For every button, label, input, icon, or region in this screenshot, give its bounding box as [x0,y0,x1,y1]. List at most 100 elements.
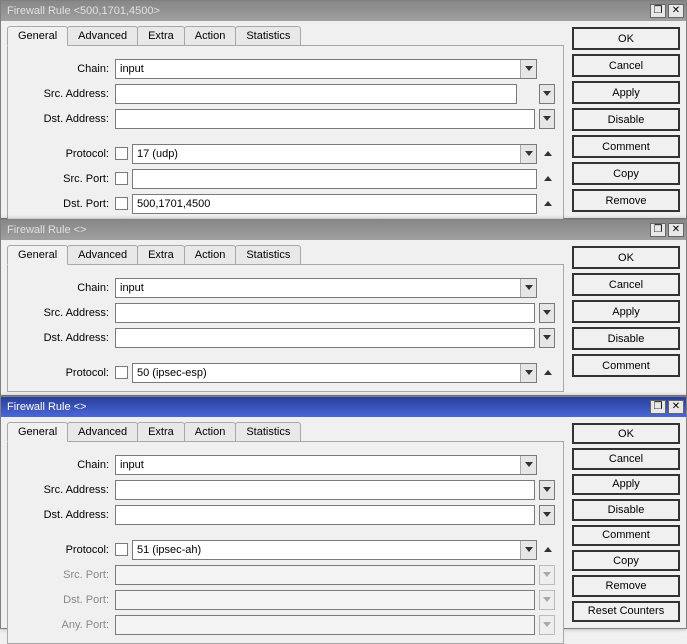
dst-address-field[interactable] [116,110,534,128]
ok-button[interactable]: OK [572,27,680,50]
remove-button[interactable]: Remove [572,575,680,596]
src-address-input[interactable] [115,480,535,500]
cancel-button[interactable]: Cancel [572,273,680,296]
close-icon[interactable]: ✕ [668,223,684,237]
dst-address-toggle[interactable] [539,109,555,129]
protocol-input[interactable] [132,540,537,560]
tab-general[interactable]: General [7,26,68,46]
apply-button[interactable]: Apply [572,300,680,323]
tab-action[interactable]: Action [184,26,237,46]
tab-general[interactable]: General [7,422,68,442]
chain-field[interactable] [116,456,520,474]
comment-button[interactable]: Comment [572,135,680,158]
remove-button[interactable]: Remove [572,189,680,212]
chain-input[interactable] [115,278,537,298]
titlebar[interactable]: Firewall Rule <500,1701,4500> ❐ ✕ [1,1,686,21]
cancel-button[interactable]: Cancel [572,448,680,469]
dst-port-invert-checkbox[interactable] [115,197,128,210]
protocol-field[interactable] [133,145,520,163]
dst-port-field[interactable] [133,195,536,213]
collapse-button[interactable] [541,547,555,552]
ok-button[interactable]: OK [572,246,680,269]
apply-button[interactable]: Apply [572,474,680,495]
tab-statistics[interactable]: Statistics [235,422,301,442]
chain-dropdown-button[interactable] [520,60,536,78]
tab-action[interactable]: Action [184,245,237,265]
comment-button[interactable]: Comment [572,354,680,377]
src-port-input [115,565,535,585]
collapse-button[interactable] [541,151,555,156]
src-address-field[interactable] [116,304,534,322]
dst-address-input[interactable] [115,109,535,129]
protocol-dropdown-button[interactable] [520,364,536,382]
src-address-field[interactable] [116,481,534,499]
src-address-label: Src. Address: [16,307,111,319]
dst-address-toggle[interactable] [539,505,555,525]
protocol-input[interactable] [132,144,537,164]
tab-extra[interactable]: Extra [137,422,185,442]
collapse-button[interactable] [541,176,555,181]
src-port-input[interactable] [132,169,537,189]
comment-button[interactable]: Comment [572,525,680,546]
chain-input[interactable] [115,59,537,79]
collapse-button[interactable] [541,370,555,375]
dst-address-input[interactable] [115,328,535,348]
copy-button[interactable]: Copy [572,550,680,571]
tab-advanced[interactable]: Advanced [67,422,138,442]
ok-button[interactable]: OK [572,423,680,444]
chain-dropdown-button[interactable] [520,279,536,297]
close-icon[interactable]: ✕ [668,400,684,414]
src-address-field[interactable] [116,85,516,103]
dst-address-field[interactable] [116,506,534,524]
protocol-field[interactable] [133,541,520,559]
tab-extra[interactable]: Extra [137,26,185,46]
close-icon[interactable]: ✕ [668,4,684,18]
chain-field[interactable] [116,60,520,78]
chain-dropdown-button[interactable] [520,456,536,474]
dst-address-field[interactable] [116,329,534,347]
disable-button[interactable]: Disable [572,327,680,350]
tab-statistics[interactable]: Statistics [235,245,301,265]
protocol-invert-checkbox[interactable] [115,543,128,556]
src-port-invert-checkbox[interactable] [115,172,128,185]
restore-icon[interactable]: ❐ [650,4,666,18]
chain-input[interactable] [115,455,537,475]
protocol-invert-checkbox[interactable] [115,366,128,379]
disable-button[interactable]: Disable [572,499,680,520]
chevron-down-icon [525,370,533,375]
protocol-invert-checkbox[interactable] [115,147,128,160]
protocol-dropdown-button[interactable] [520,145,536,163]
src-port-field [116,566,534,584]
reset-counters-button[interactable]: Reset Counters [572,601,680,622]
tab-extra[interactable]: Extra [137,245,185,265]
chevron-down-icon [525,151,533,156]
src-address-toggle[interactable] [539,480,555,500]
protocol-input[interactable] [132,363,537,383]
tab-general[interactable]: General [7,245,68,265]
titlebar[interactable]: Firewall Rule <> ❐ ✕ [1,397,686,417]
row-dst-address: Dst. Address: [16,325,555,350]
dst-port-input[interactable] [132,194,537,214]
dst-address-input[interactable] [115,505,535,525]
restore-icon[interactable]: ❐ [650,223,666,237]
collapse-button[interactable] [541,201,555,206]
src-port-field[interactable] [133,170,536,188]
apply-button[interactable]: Apply [572,81,680,104]
copy-button[interactable]: Copy [572,162,680,185]
src-address-input[interactable] [115,84,517,104]
cancel-button[interactable]: Cancel [572,54,680,77]
chain-field[interactable] [116,279,520,297]
restore-icon[interactable]: ❐ [650,400,666,414]
tab-advanced[interactable]: Advanced [67,26,138,46]
titlebar[interactable]: Firewall Rule <> ❐ ✕ [1,220,686,240]
src-address-input[interactable] [115,303,535,323]
disable-button[interactable]: Disable [572,108,680,131]
dst-address-toggle[interactable] [539,328,555,348]
protocol-field[interactable] [133,364,520,382]
tab-advanced[interactable]: Advanced [67,245,138,265]
src-address-toggle[interactable] [539,303,555,323]
tab-statistics[interactable]: Statistics [235,26,301,46]
tab-action[interactable]: Action [184,422,237,442]
src-address-toggle[interactable] [539,84,555,104]
protocol-dropdown-button[interactable] [520,541,536,559]
